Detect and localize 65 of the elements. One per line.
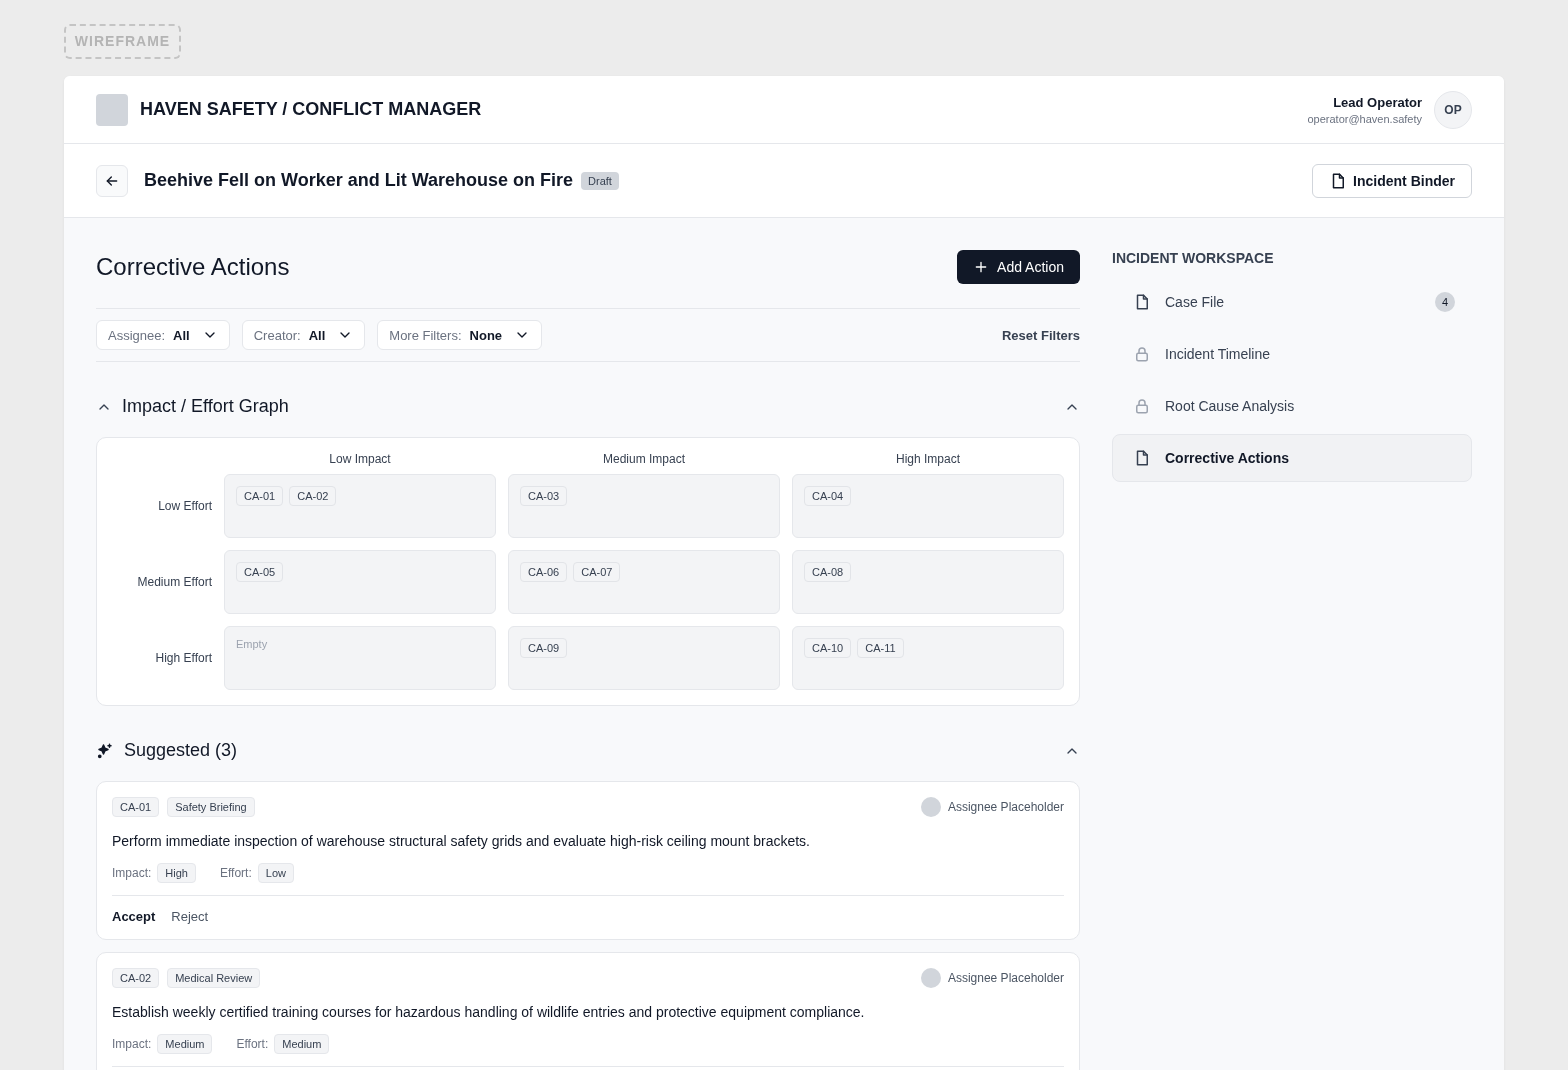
impact-tag: Medium xyxy=(157,1034,213,1054)
sparkle-icon xyxy=(96,741,114,760)
column-label: Low Impact xyxy=(328,452,392,466)
filter-dropdown[interactable]: More Filters: None xyxy=(377,320,543,350)
action-chip[interactable]: CA-01 xyxy=(236,486,284,506)
action-chip[interactable]: CA-03 xyxy=(520,486,568,506)
action-chip[interactable]: CA-02 xyxy=(289,486,337,506)
column-label: High Impact xyxy=(895,452,961,466)
row-label: Low Effort xyxy=(157,499,212,513)
empty-note: Empty xyxy=(236,638,268,650)
user-email: operator@haven.safety xyxy=(1307,112,1422,125)
section-title: Suggested (3) xyxy=(124,740,238,761)
status-badge: Draft xyxy=(581,171,619,190)
lock-icon xyxy=(1133,397,1151,415)
action-description: Perform immediate inspection of warehouse structural safety grids and evaluate high-risk ceiling mount brackets. xyxy=(112,833,811,849)
assignee-avatar xyxy=(920,797,941,817)
impact-label: Impact: xyxy=(112,1037,152,1051)
action-chip[interactable]: CA-05 xyxy=(236,562,284,582)
category-tag: Medical Review xyxy=(167,968,261,988)
logo-placeholder xyxy=(96,93,128,126)
row-label: High Effort xyxy=(154,651,212,665)
action-chip[interactable]: CA-11 xyxy=(857,638,904,658)
sidebar-heading: INCIDENT WORKSPACE xyxy=(1112,250,1275,266)
action-chip[interactable]: CA-06 xyxy=(520,562,568,582)
user-name: Lead Operator xyxy=(1332,94,1422,110)
action-description: Establish weekly certified training courses for hazardous handling of wildlife entries and protective equipment compliance. xyxy=(112,1004,866,1020)
incident-binder-button[interactable]: Incident Binder xyxy=(1312,163,1472,198)
row-label: Medium Effort xyxy=(136,575,212,589)
effort-tag: Low xyxy=(257,863,294,883)
back-button[interactable] xyxy=(96,164,128,197)
filter-dropdown[interactable]: Assignee: All xyxy=(96,320,230,350)
lock-icon xyxy=(1133,345,1151,363)
action-chip[interactable]: CA-09 xyxy=(520,638,568,658)
filter-dropdown[interactable]: Creator: All xyxy=(241,320,366,350)
app-title: HAVEN SAFETY / CONFLICT MANAGER xyxy=(140,99,482,120)
action-chip[interactable]: CA-07 xyxy=(573,562,621,582)
action-chip[interactable]: CA-04 xyxy=(804,486,852,506)
accept-button[interactable]: Accept xyxy=(112,909,156,924)
wireframe-label: WIREFRAME xyxy=(64,24,181,59)
user-avatar[interactable]: OP xyxy=(1434,90,1472,129)
effort-label: Effort: xyxy=(236,1037,269,1051)
column-label: Medium Impact xyxy=(602,452,686,466)
count-badge: 4 xyxy=(1435,292,1455,312)
action-id-tag: CA-02 xyxy=(112,968,160,988)
incident-title: Beehive Fell on Worker and Lit Warehouse on Fire xyxy=(144,170,574,191)
reject-button[interactable]: Reject xyxy=(171,909,209,924)
page-title: Corrective Actions xyxy=(96,253,290,281)
effort-label: Effort: xyxy=(220,866,252,880)
add-action-button[interactable]: Add Action xyxy=(957,250,1080,284)
assignee-avatar xyxy=(920,968,941,988)
assignee-name: Assignee Placeholder xyxy=(947,971,1064,985)
category-tag: Safety Briefing xyxy=(167,797,255,817)
sidebar-item[interactable]: Incident Timeline xyxy=(1112,330,1472,378)
effort-tag: Medium xyxy=(274,1034,330,1054)
assignee-name: Assignee Placeholder xyxy=(947,800,1064,814)
section-title: Impact / Effort Graph xyxy=(122,396,289,417)
action-chip[interactable]: CA-10 xyxy=(804,638,852,658)
impact-label: Impact: xyxy=(112,866,152,880)
action-id-tag: CA-01 xyxy=(112,797,160,817)
sidebar-item[interactable]: Corrective Actions xyxy=(1112,434,1472,482)
sidebar-item[interactable]: Root Cause Analysis xyxy=(1112,382,1472,430)
action-chip[interactable]: CA-08 xyxy=(804,562,852,582)
sidebar-item[interactable]: Case File 4 xyxy=(1112,278,1472,326)
reset-filters-link[interactable]: Reset Filters xyxy=(1001,327,1080,343)
impact-tag: High xyxy=(157,863,196,883)
